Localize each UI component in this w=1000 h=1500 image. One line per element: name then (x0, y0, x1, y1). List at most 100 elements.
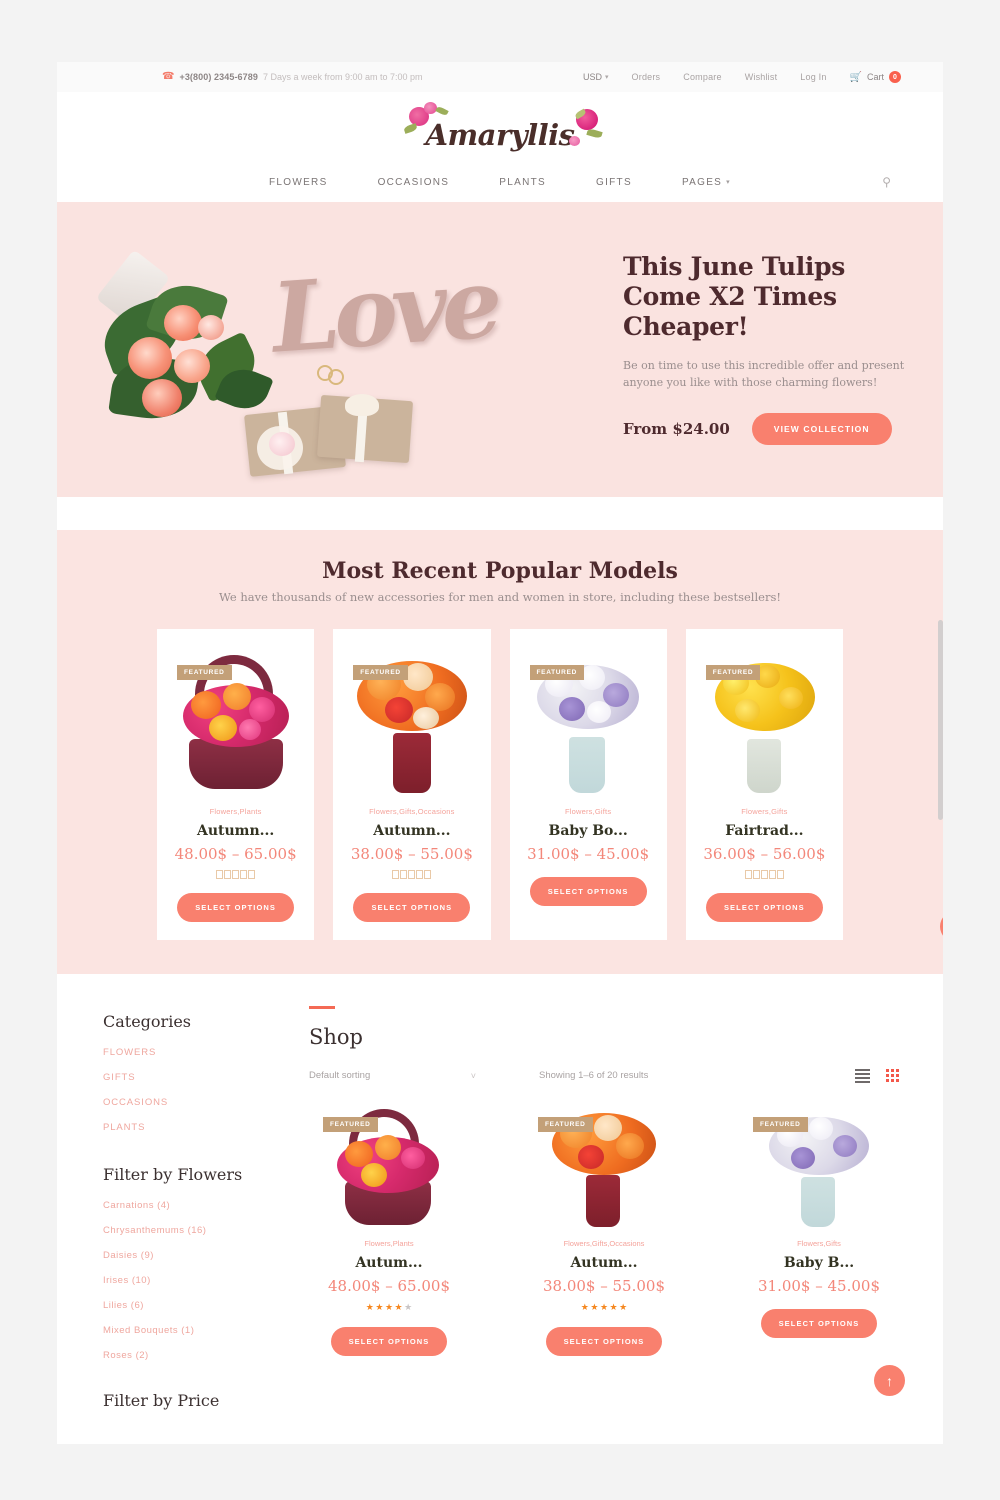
nav-item-flowers[interactable]: FLOWERS (269, 177, 328, 188)
hero-heading: This June Tulips Come X2 Times Cheaper! (623, 252, 846, 341)
product-title[interactable]: Baby B... (784, 1255, 854, 1271)
product-category[interactable]: Flowers,Gifts (797, 1239, 841, 1248)
product-rating: ★ ★ ★ ★ ★ (365, 1301, 413, 1312)
shop-main: Shop Default sorting ˅ Showing 1–6 of 20… (303, 1006, 899, 1410)
shop-section: Categories FLOWERS GIFTS OCCASIONS PLANT… (57, 974, 943, 1410)
product-category[interactable]: Flowers,Gifts (565, 807, 611, 816)
page-root: ☎ +3(800) 2345-6789 7 Days a week from 9… (0, 0, 1000, 1500)
flower-decor-icon (423, 102, 437, 114)
bouquet-image (94, 249, 292, 437)
nav-item-gifts[interactable]: GIFTS (596, 177, 632, 188)
nav-label: GIFTS (595, 176, 632, 188)
grid-view-icon[interactable] (886, 1069, 899, 1082)
cart-label: Cart (866, 72, 884, 82)
product-title[interactable]: Baby Bo... (549, 823, 628, 839)
shop-toolbar: Default sorting ˅ Showing 1–6 of 20 resu… (309, 1068, 899, 1083)
currency-label: USD (583, 72, 603, 82)
product-card[interactable]: FEATURED Flowers,Gifts,Occasions Autum..… (524, 1109, 684, 1356)
nav-label: PAGES (681, 176, 723, 188)
sort-select[interactable]: Default sorting ˅ (309, 1070, 484, 1081)
shop-product-grid: FEATURED Flowers,Plants Autum... 48.00$ … (309, 1108, 899, 1356)
business-hours: 7 Days a week from 9:00 am to 7:00 pm (262, 72, 423, 82)
product-price: 31.00$ – 45.00$ (757, 1276, 880, 1295)
product-card[interactable]: FEATURED Flowers,Gifts Fairtrad... 36.00… (685, 629, 843, 940)
sidebar-category-gifts[interactable]: GIFTS (103, 1072, 303, 1083)
product-title[interactable]: Autumn... (197, 823, 274, 839)
chevron-down-icon: ▾ (726, 179, 731, 186)
product-card[interactable]: FEATURED Flowers,Gifts Baby Bo... 31.00$… (509, 629, 667, 940)
sidebar-category-plants[interactable]: PLANTS (103, 1122, 303, 1133)
top-bar-left: ☎ +3(800) 2345-6789 7 Days a week from 9… (162, 72, 583, 83)
search-icon[interactable]: ⚲ (882, 175, 891, 189)
product-card[interactable]: FEATURED Flowers,Gifts,Occasions Autumn.… (333, 629, 491, 940)
currency-selector[interactable]: USD ▾ (583, 72, 609, 82)
product-title[interactable]: Autum... (570, 1255, 637, 1271)
list-view-icon[interactable] (855, 1068, 870, 1083)
nav-item-plants[interactable]: PLANTS (499, 177, 546, 188)
logo-container[interactable]: Amaryllis (57, 102, 943, 162)
site-logo: Amaryllis (402, 102, 604, 152)
cart-icon: 🛒 (849, 71, 862, 83)
featured-badge: FEATURED (353, 665, 408, 680)
scroll-to-top-button[interactable]: ↑ (874, 1365, 905, 1396)
select-options-button[interactable]: SELECT OPTIONS (177, 893, 295, 922)
hero-banner: Love This June Tulips Come X2 Times Chea… (57, 202, 943, 497)
page-title: Shop (309, 1024, 363, 1049)
product-category[interactable]: Flowers,Gifts,Occasions (564, 1239, 645, 1248)
product-category[interactable]: Flowers,Plants (364, 1239, 413, 1248)
product-title[interactable]: Fairtrad... (725, 823, 803, 839)
topbar-link-orders[interactable]: Orders (632, 72, 661, 82)
product-price: 38.00$ – 55.00$ (542, 1276, 665, 1295)
phone-number[interactable]: +3(800) 2345-6789 (179, 72, 258, 82)
product-price: 31.00$ – 45.00$ (527, 845, 650, 863)
select-options-button[interactable]: SELECT OPTIONS (529, 877, 647, 906)
sort-value: Default sorting (309, 1070, 371, 1081)
hero-price: From $24.00 (623, 420, 730, 439)
select-options-button[interactable]: SELECT OPTIONS (705, 893, 823, 922)
product-category[interactable]: Flowers,Gifts,Occasions (369, 807, 454, 816)
sidebar-category-flowers[interactable]: FLOWERS (103, 1047, 303, 1058)
filter-item-daisies[interactable]: Daisies (9) (103, 1250, 303, 1261)
product-category[interactable]: Flowers,Gifts (741, 807, 787, 816)
product-rating: ★ ★ ★ ★ ★ (580, 1301, 628, 1312)
product-card[interactable]: FEATURED Flowers,Plants Autum... 48.00$ … (309, 1108, 469, 1356)
topbar-link-compare[interactable]: Compare (683, 72, 721, 82)
product-title[interactable]: Autumn... (373, 823, 450, 839)
nav-item-occasions[interactable]: OCCASIONS (378, 177, 450, 188)
product-category[interactable]: Flowers,Plants (210, 807, 262, 816)
chevron-down-icon: ▾ (605, 74, 609, 81)
leaf-decor-icon (402, 123, 418, 134)
product-card[interactable]: FEATURED Flowers,Gifts Baby B... 31.00$ … (739, 1109, 899, 1356)
view-collection-button[interactable]: VIEW COLLECTION (751, 413, 892, 446)
product-rating (392, 870, 432, 879)
leaf-decor-icon (586, 128, 604, 139)
select-options-button[interactable]: SELECT OPTIONS (545, 1326, 663, 1356)
filter-item-lilies[interactable]: Lilies (6) (103, 1300, 303, 1311)
filter-item-roses[interactable]: Roses (2) (103, 1350, 303, 1361)
categories-heading: Categories (103, 1012, 191, 1031)
select-options-button[interactable]: SELECT OPTIONS (760, 1308, 878, 1338)
product-price: 48.00$ – 65.00$ (327, 1276, 450, 1295)
nav-label: FLOWERS (269, 176, 328, 188)
cart-count-badge: 0 (889, 71, 901, 83)
filter-item-mixed-bouquets[interactable]: Mixed Bouquets (1) (103, 1325, 303, 1336)
product-card[interactable]: FEATURED Flowers,Plants Autumn... 48.00$… (157, 629, 315, 940)
topbar-link-login[interactable]: Log In (800, 72, 826, 82)
product-rating (744, 870, 784, 879)
nav-item-pages[interactable]: PAGES ▾ (682, 177, 731, 188)
sidebar-category-occasions[interactable]: OCCASIONS (103, 1097, 303, 1108)
nav-items: FLOWERS OCCASIONS PLANTS GIFTS PAGES ▾ (269, 177, 731, 188)
main-navigation: FLOWERS OCCASIONS PLANTS GIFTS PAGES ▾ ⚲ (57, 162, 943, 202)
cart-button[interactable]: 🛒 Cart 0 (850, 71, 901, 83)
filter-item-chrysanthemums[interactable]: Chrysanthemums (16) (103, 1225, 303, 1236)
product-title[interactable]: Autum... (355, 1255, 422, 1271)
topbar-link-wishlist[interactable]: Wishlist (745, 72, 778, 82)
top-bar: ☎ +3(800) 2345-6789 7 Days a week from 9… (57, 62, 943, 92)
filter-item-irises[interactable]: Irises (10) (103, 1275, 303, 1286)
select-options-button[interactable]: SELECT OPTIONS (330, 1326, 448, 1356)
filter-item-carnations[interactable]: Carnations (4) (103, 1200, 303, 1211)
page-scrollbar[interactable] (938, 620, 943, 820)
hero-text-block: This June Tulips Come X2 Times Cheaper! … (623, 252, 923, 446)
filter-flowers-heading: Filter by Flowers (103, 1165, 243, 1184)
select-options-button[interactable]: SELECT OPTIONS (353, 893, 471, 922)
